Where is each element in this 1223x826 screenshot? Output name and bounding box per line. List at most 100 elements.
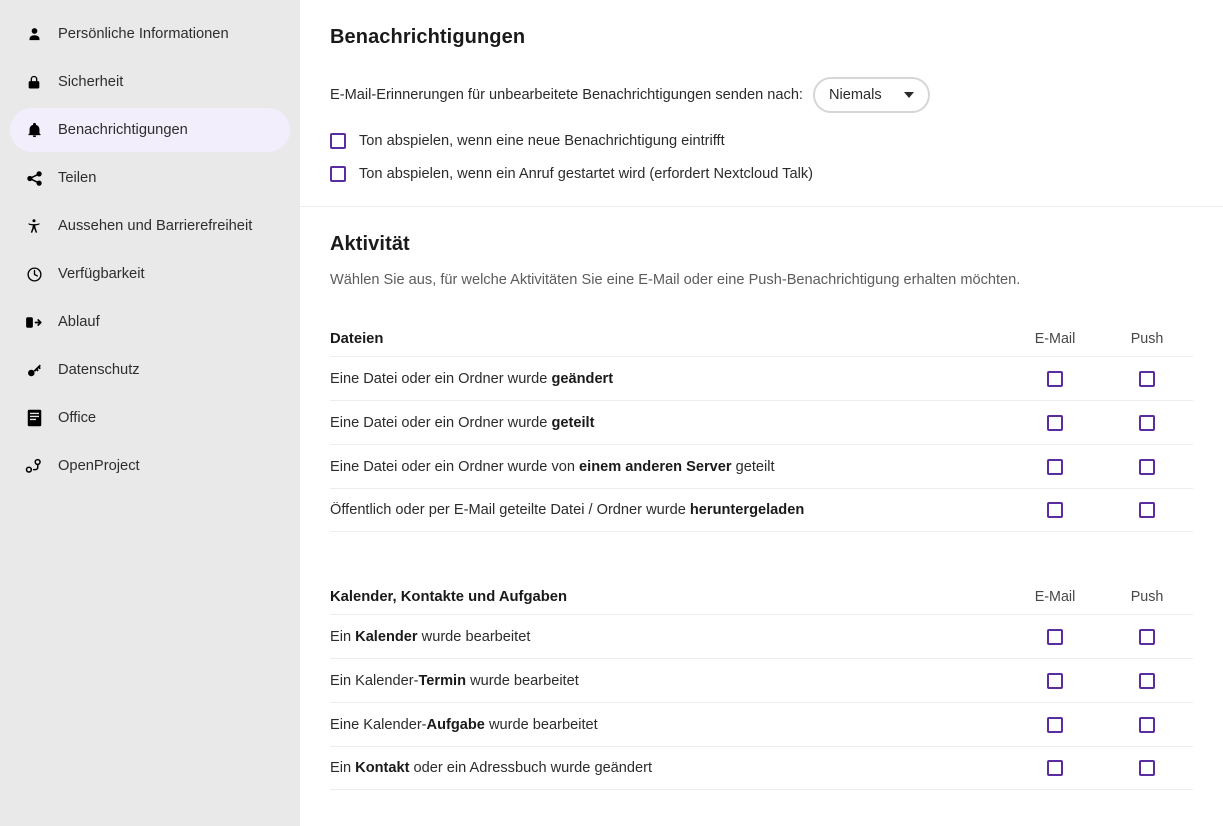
sidebar-item-label: Office xyxy=(58,411,96,426)
sidebar-item-pers-nliche-informationen[interactable]: Persönliche Informationen xyxy=(10,12,290,56)
push-checkbox[interactable] xyxy=(1139,415,1155,431)
email-checkbox[interactable] xyxy=(1047,717,1063,733)
email-cell xyxy=(1009,371,1101,387)
activity-row-label: Ein Kalender wurde bearbeitet xyxy=(330,629,1009,645)
column-header-email: E-Mail xyxy=(1009,589,1101,605)
settings-page: Persönliche Informationen Sicherheit Benac… xyxy=(0,0,1223,826)
push-checkbox[interactable] xyxy=(1139,371,1155,387)
sidebar-item-label: Aussehen und Barrierefreiheit xyxy=(58,219,252,234)
activity-row-label: Öffentlich oder per E-Mail geteilte Date… xyxy=(330,502,1009,518)
email-cell xyxy=(1009,760,1101,776)
email-checkbox[interactable] xyxy=(1047,629,1063,645)
sound-option-checkbox[interactable] xyxy=(330,166,346,182)
email-checkbox[interactable] xyxy=(1047,415,1063,431)
group-spacer xyxy=(330,532,1193,584)
activity-group-header: Kalender, Kontakte und AufgabenE-MailPus… xyxy=(330,584,1193,614)
column-header-email: E-Mail xyxy=(1009,331,1101,347)
push-checkbox[interactable] xyxy=(1139,673,1155,689)
reminder-select-value: Niemals xyxy=(829,87,882,103)
sidebar-item-openproject[interactable]: OpenProject xyxy=(10,444,290,488)
page-title: Benachrichtigungen xyxy=(330,26,1193,49)
sidebar-item-label: Ablauf xyxy=(58,315,100,330)
sidebar-item-label: OpenProject xyxy=(58,459,140,474)
activity-description: Wählen Sie aus, für welche Aktivitäten S… xyxy=(330,272,1193,288)
push-cell xyxy=(1101,415,1193,431)
table-row: Ein Kalender wurde bearbeitet xyxy=(330,614,1193,658)
sound-option-label: Ton abspielen, wenn ein Anruf gestartet … xyxy=(359,166,813,182)
email-cell xyxy=(1009,717,1101,733)
activity-row-label: Eine Kalender-Aufgabe wurde bearbeitet xyxy=(330,717,1009,733)
bell-icon xyxy=(24,120,44,140)
push-checkbox[interactable] xyxy=(1139,629,1155,645)
settings-sidebar: Persönliche Informationen Sicherheit Benac… xyxy=(0,0,300,826)
sidebar-item-label: Benachrichtigungen xyxy=(58,123,188,138)
activity-group-header: DateienE-MailPush xyxy=(330,326,1193,356)
share-icon xyxy=(24,168,44,188)
push-cell xyxy=(1101,673,1193,689)
reminder-row: E-Mail-Erinnerungen für unbearbeitete Be… xyxy=(330,77,1193,113)
push-checkbox[interactable] xyxy=(1139,760,1155,776)
push-cell xyxy=(1101,459,1193,475)
email-cell xyxy=(1009,502,1101,518)
sidebar-item-label: Sicherheit xyxy=(58,75,123,90)
clock-icon xyxy=(24,264,44,284)
activity-row-label: Ein Kalender-Termin wurde bearbeitet xyxy=(330,673,1009,689)
email-cell xyxy=(1009,415,1101,431)
sound-option-row[interactable]: Ton abspielen, wenn ein Anruf gestartet … xyxy=(330,166,1193,182)
email-checkbox[interactable] xyxy=(1047,371,1063,387)
activity-row-label: Eine Datei oder ein Ordner wurde geänder… xyxy=(330,371,1009,387)
activity-row-label: Ein Kontakt oder ein Adressbuch wurde ge… xyxy=(330,760,1009,776)
activity-group-name: Dateien xyxy=(330,331,1009,347)
table-row: Ein Kontakt oder ein Adressbuch wurde ge… xyxy=(330,746,1193,790)
table-row: Öffentlich oder per E-Mail geteilte Date… xyxy=(330,488,1193,532)
push-checkbox[interactable] xyxy=(1139,502,1155,518)
email-cell xyxy=(1009,459,1101,475)
sound-option-checkbox[interactable] xyxy=(330,133,346,149)
reminder-select[interactable]: Niemals xyxy=(813,77,930,113)
email-checkbox[interactable] xyxy=(1047,760,1063,776)
sidebar-item-office[interactable]: Office xyxy=(10,396,290,440)
person-icon xyxy=(24,24,44,44)
sidebar-item-verf-gbarkeit[interactable]: Verfügbarkeit xyxy=(10,252,290,296)
activity-tables: DateienE-MailPushEine Datei oder ein Ord… xyxy=(330,326,1193,790)
sound-option-row[interactable]: Ton abspielen, wenn eine neue Benachrich… xyxy=(330,133,1193,149)
column-header-push: Push xyxy=(1101,589,1193,605)
push-checkbox[interactable] xyxy=(1139,717,1155,733)
email-checkbox[interactable] xyxy=(1047,673,1063,689)
sidebar-item-label: Teilen xyxy=(58,171,96,186)
sidebar-item-label: Verfügbarkeit xyxy=(58,267,145,282)
activity-group-table: DateienE-MailPush Eine Datei oder ein Ord… xyxy=(330,326,1193,532)
push-cell xyxy=(1101,502,1193,518)
nodes-icon xyxy=(24,456,44,476)
sidebar-item-benachrichtigungen[interactable]: Benachrichtigungen xyxy=(10,108,290,152)
sidebar-item-ablauf[interactable]: Ablauf xyxy=(10,300,290,344)
accessibility-icon xyxy=(24,216,44,236)
activity-row-label: Eine Datei oder ein Ordner wurde von ein… xyxy=(330,459,1009,475)
notifications-section: Benachrichtigungen E-Mail-Erinnerungen f… xyxy=(300,0,1223,207)
sound-options-list: Ton abspielen, wenn eine neue Benachrich… xyxy=(330,133,1193,182)
lock-icon xyxy=(24,72,44,92)
logout-arrow-icon xyxy=(24,312,44,332)
email-cell xyxy=(1009,673,1101,689)
email-checkbox[interactable] xyxy=(1047,502,1063,518)
sidebar-item-aussehen-und-barrierefreiheit[interactable]: Aussehen und Barrierefreiheit xyxy=(10,204,290,248)
push-cell xyxy=(1101,371,1193,387)
push-cell xyxy=(1101,717,1193,733)
sidebar-item-datenschutz[interactable]: Datenschutz xyxy=(10,348,290,392)
push-checkbox[interactable] xyxy=(1139,459,1155,475)
activity-title: Aktivität xyxy=(330,233,1193,256)
push-cell xyxy=(1101,629,1193,645)
chevron-down-icon xyxy=(904,92,914,98)
email-checkbox[interactable] xyxy=(1047,459,1063,475)
sound-option-label: Ton abspielen, wenn eine neue Benachrich… xyxy=(359,133,725,149)
table-row: Ein Kalender-Termin wurde bearbeitet xyxy=(330,658,1193,702)
activity-section: Aktivität Wählen Sie aus, für welche Akt… xyxy=(300,207,1223,790)
activity-group-table: Kalender, Kontakte und AufgabenE-MailPus… xyxy=(330,584,1193,790)
table-row: Eine Datei oder ein Ordner wurde geteilt xyxy=(330,400,1193,444)
email-cell xyxy=(1009,629,1101,645)
sidebar-item-label: Datenschutz xyxy=(58,363,140,378)
reminder-label: E-Mail-Erinnerungen für unbearbeitete Be… xyxy=(330,87,803,103)
sidebar-item-sicherheit[interactable]: Sicherheit xyxy=(10,60,290,104)
sidebar-item-teilen[interactable]: Teilen xyxy=(10,156,290,200)
table-row: Eine Datei oder ein Ordner wurde geänder… xyxy=(330,356,1193,400)
